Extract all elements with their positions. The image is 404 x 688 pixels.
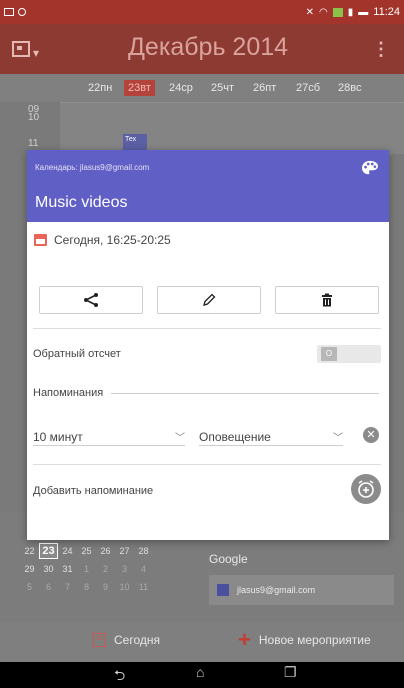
- system-nav-bar: ⮌ ⌂ ❐: [0, 662, 404, 688]
- day-cell[interactable]: 31: [58, 564, 77, 574]
- mute-icon: ✕: [305, 6, 315, 18]
- reminder-time-value: 10 минут: [33, 429, 83, 444]
- day-cell[interactable]: 7: [58, 582, 77, 592]
- edit-button[interactable]: [157, 286, 261, 314]
- calendar-icon: [34, 234, 47, 246]
- back-icon[interactable]: ⮌: [114, 665, 125, 688]
- signal-icon: ▮: [347, 6, 354, 18]
- delete-button[interactable]: [275, 286, 379, 314]
- day-cell[interactable]: 1: [77, 564, 96, 574]
- reminders-title: Напоминания: [33, 387, 104, 399]
- day-cell[interactable]: 10: [115, 582, 134, 592]
- day-cell[interactable]: 8: [77, 582, 96, 592]
- today-button[interactable]: 23 Сегодня: [92, 633, 160, 647]
- weekday-label[interactable]: 22пн: [84, 80, 116, 96]
- time-label: 11: [28, 138, 39, 149]
- weekday-label[interactable]: 25чт: [207, 80, 238, 96]
- mini-month-row: 5 6 7 8 9 10 11: [20, 578, 200, 596]
- mini-month-calendar[interactable]: 22 23 24 25 26 27 28 29 30 31 1 2 3 4 5 …: [20, 542, 200, 596]
- today-calendar-icon: 23: [92, 633, 106, 647]
- account-email: jlasus9@gmail.com: [237, 585, 316, 595]
- weekday-label[interactable]: 24ср: [165, 80, 197, 96]
- weekday-label-today[interactable]: 23вт: [124, 80, 155, 96]
- event-title: Music videos: [35, 194, 128, 211]
- reminders-heading: Напоминания: [33, 387, 379, 399]
- add-reminder-label[interactable]: Добавить напоминание: [33, 485, 153, 497]
- day-cell[interactable]: 22: [20, 546, 39, 556]
- day-cell[interactable]: 28: [134, 546, 153, 556]
- event-date-time: Сегодня, 16:25-20:25: [54, 233, 171, 247]
- day-cell[interactable]: 9: [96, 582, 115, 592]
- chevron-down-icon: ﹀: [333, 433, 343, 444]
- heading-rule: [111, 392, 379, 394]
- share-icon: [84, 293, 98, 307]
- event-details-dialog: Календарь: jlasus9@gmail.com Music video…: [27, 150, 389, 540]
- reminder-method-value: Оповещение: [199, 429, 271, 444]
- notification-icon: [18, 8, 26, 16]
- event-date-row: Сегодня, 16:25-20:25: [34, 233, 171, 247]
- new-event-button[interactable]: + Новое мероприятие: [238, 627, 371, 652]
- data-icon: [332, 7, 343, 17]
- countdown-label: Обратный отсчет: [33, 348, 121, 360]
- weekday-label[interactable]: 26пт: [249, 80, 280, 96]
- reminder-time-select[interactable]: 10 минут ﹀: [33, 428, 185, 446]
- reminder-method-select[interactable]: Оповещение ﹀: [199, 428, 343, 446]
- day-cell[interactable]: 26: [96, 546, 115, 556]
- bottom-bar: 23 Сегодня + Новое мероприятие: [0, 622, 404, 662]
- weekday-label[interactable]: 27сб: [292, 80, 324, 96]
- add-alarm-icon: [358, 480, 374, 498]
- day-grid[interactable]: [60, 102, 404, 154]
- day-cell[interactable]: 27: [115, 546, 134, 556]
- day-cell[interactable]: 2: [96, 564, 115, 574]
- home-icon[interactable]: ⌂: [196, 664, 204, 680]
- pencil-icon: [203, 293, 216, 306]
- day-cell[interactable]: 3: [115, 564, 134, 574]
- palette-icon[interactable]: [361, 160, 379, 176]
- trash-icon: [322, 293, 332, 307]
- mini-month-row: 22 23 24 25 26 27 28: [20, 542, 200, 560]
- day-cell[interactable]: 6: [39, 582, 58, 592]
- battery-icon: ▬: [358, 6, 369, 18]
- screen-icon: [4, 8, 14, 16]
- chevron-down-icon[interactable]: ▾: [33, 46, 39, 60]
- remove-reminder-button[interactable]: ✕: [363, 427, 379, 443]
- status-bar: ✕ ◠ ▮ ▬ 11:24: [0, 0, 404, 24]
- countdown-toggle[interactable]: O: [317, 345, 381, 363]
- new-event-label: Новое мероприятие: [258, 633, 371, 647]
- add-reminder-button[interactable]: [351, 474, 381, 504]
- calendar-view-icon[interactable]: [12, 41, 30, 57]
- day-cell[interactable]: 5: [20, 582, 39, 592]
- wifi-icon: ◠: [319, 6, 328, 18]
- google-section-label: Google: [209, 552, 248, 566]
- share-button[interactable]: [39, 286, 143, 314]
- today-label: Сегодня: [114, 633, 160, 647]
- day-cell[interactable]: 4: [134, 564, 153, 574]
- day-cell[interactable]: 24: [58, 546, 77, 556]
- weekday-label[interactable]: 28вс: [334, 80, 365, 96]
- time-label: 10: [28, 112, 40, 123]
- overflow-menu-icon[interactable]: ⋮: [372, 39, 390, 60]
- day-cell[interactable]: 25: [77, 546, 96, 556]
- week-header: 22пн 23вт 24ср 25чт 26пт 27сб 28вс: [0, 74, 404, 102]
- page-title[interactable]: Декабрь 2014: [128, 33, 288, 62]
- day-cell[interactable]: 11: [134, 582, 153, 592]
- dialog-header: Календарь: jlasus9@gmail.com Music video…: [27, 150, 389, 222]
- mini-month-row: 29 30 31 1 2 3 4: [20, 560, 200, 578]
- day-cell-selected[interactable]: 23: [39, 543, 58, 559]
- calendar-color-swatch: [217, 584, 229, 596]
- clock: 11:24: [373, 6, 400, 18]
- action-buttons: [39, 286, 379, 314]
- day-cell[interactable]: 29: [20, 564, 39, 574]
- divider: [33, 328, 381, 329]
- calendar-account-item[interactable]: jlasus9@gmail.com: [209, 575, 394, 605]
- plus-icon: +: [238, 627, 251, 652]
- calendar-account-label: Календарь: jlasus9@gmail.com: [35, 163, 150, 172]
- toggle-knob: O: [321, 347, 337, 361]
- divider: [33, 464, 381, 465]
- day-cell[interactable]: 30: [39, 564, 58, 574]
- chevron-down-icon: ﹀: [175, 433, 185, 444]
- app-bar: ▾ Декабрь 2014 ⋮: [0, 24, 404, 74]
- recent-apps-icon[interactable]: ❐: [284, 664, 297, 681]
